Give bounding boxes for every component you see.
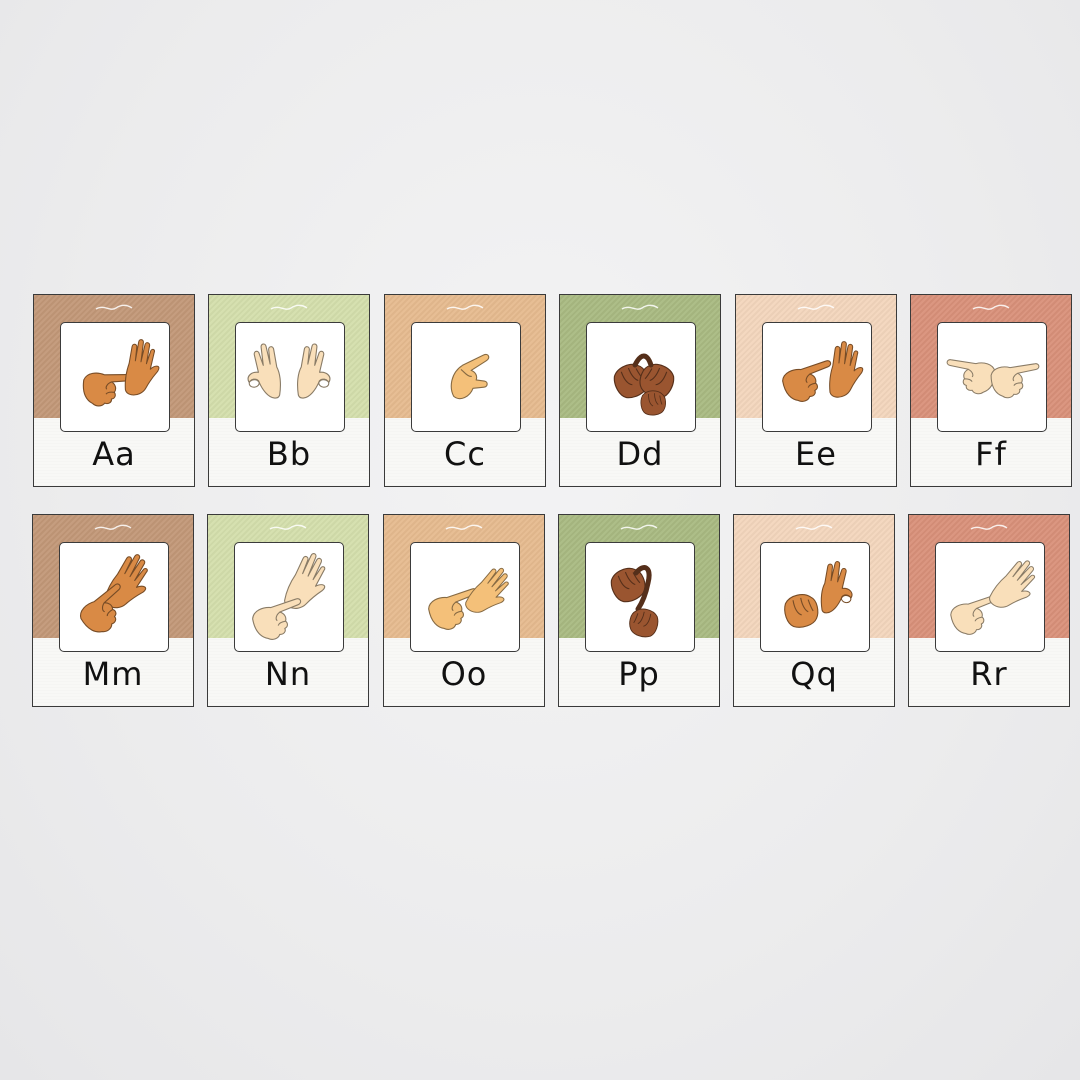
flashcard-ff: Ff bbox=[910, 294, 1072, 487]
sign-b-hands-icon bbox=[247, 343, 331, 399]
squiggle-icon bbox=[270, 304, 308, 310]
sign-a-hands-icon bbox=[82, 339, 160, 407]
squiggle-icon bbox=[95, 304, 133, 310]
sign-picture-frame bbox=[586, 322, 696, 432]
flashcard-aa: Aa bbox=[33, 294, 195, 487]
sign-r-hands-icon bbox=[950, 560, 1036, 635]
squiggle-icon bbox=[446, 304, 484, 310]
letter-label: Ee bbox=[795, 435, 837, 473]
sign-picture-frame bbox=[935, 542, 1045, 652]
letter-label: Aa bbox=[92, 435, 136, 473]
squiggle-icon bbox=[620, 524, 658, 530]
letter-label: Cc bbox=[444, 435, 486, 473]
flashcard-bb: Bb bbox=[208, 294, 370, 487]
letter-label: Ff bbox=[975, 435, 1007, 473]
sign-picture-frame bbox=[585, 542, 695, 652]
letter-label: Nn bbox=[264, 655, 312, 693]
sign-p-hands-icon bbox=[610, 565, 659, 638]
squiggle-icon bbox=[94, 524, 132, 530]
sign-m-hands-icon bbox=[79, 554, 148, 633]
sign-picture-frame bbox=[410, 542, 520, 652]
sign-f-hands-icon bbox=[946, 359, 1040, 399]
sign-picture-frame bbox=[235, 322, 345, 432]
sign-picture-frame bbox=[59, 542, 169, 652]
flashcard-oo: Oo bbox=[383, 514, 545, 707]
squiggle-icon bbox=[972, 304, 1010, 310]
squiggle-icon bbox=[970, 524, 1008, 530]
sign-o-hands-icon bbox=[428, 567, 509, 630]
sign-n-hands-icon bbox=[252, 553, 326, 640]
sign-e-hands-icon bbox=[782, 341, 864, 402]
squiggle-icon bbox=[795, 524, 833, 530]
sign-picture-frame bbox=[937, 322, 1047, 432]
squiggle-icon bbox=[445, 524, 483, 530]
letter-label: Mm bbox=[82, 655, 144, 693]
letter-label: Dd bbox=[616, 435, 664, 473]
flashcard-rr: Rr bbox=[908, 514, 1070, 707]
letter-label: Qq bbox=[790, 655, 838, 693]
sign-c-hand-icon bbox=[450, 353, 490, 400]
flashcard-qq: Qq bbox=[733, 514, 895, 707]
sign-picture-frame bbox=[760, 542, 870, 652]
sign-picture-frame bbox=[762, 322, 872, 432]
letter-label: Pp bbox=[618, 655, 660, 693]
sign-d-hands-icon bbox=[613, 353, 675, 416]
flashcard-nn: Nn bbox=[207, 514, 369, 707]
flashcard-cc: Cc bbox=[384, 294, 546, 487]
letter-label: Bb bbox=[266, 435, 312, 473]
flashcard-dd: Dd bbox=[559, 294, 721, 487]
squiggle-icon bbox=[269, 524, 307, 530]
sign-picture-frame bbox=[234, 542, 344, 652]
squiggle-icon bbox=[621, 304, 659, 310]
letter-label: Rr bbox=[970, 655, 1008, 693]
letter-label: Oo bbox=[440, 655, 488, 693]
sign-q-hands-icon bbox=[784, 561, 853, 628]
flashcard-pp: Pp bbox=[558, 514, 720, 707]
flashcard-mm: Mm bbox=[32, 514, 194, 707]
sign-picture-frame bbox=[411, 322, 521, 432]
squiggle-icon bbox=[797, 304, 835, 310]
flashcard-ee: Ee bbox=[735, 294, 897, 487]
sign-picture-frame bbox=[60, 322, 170, 432]
